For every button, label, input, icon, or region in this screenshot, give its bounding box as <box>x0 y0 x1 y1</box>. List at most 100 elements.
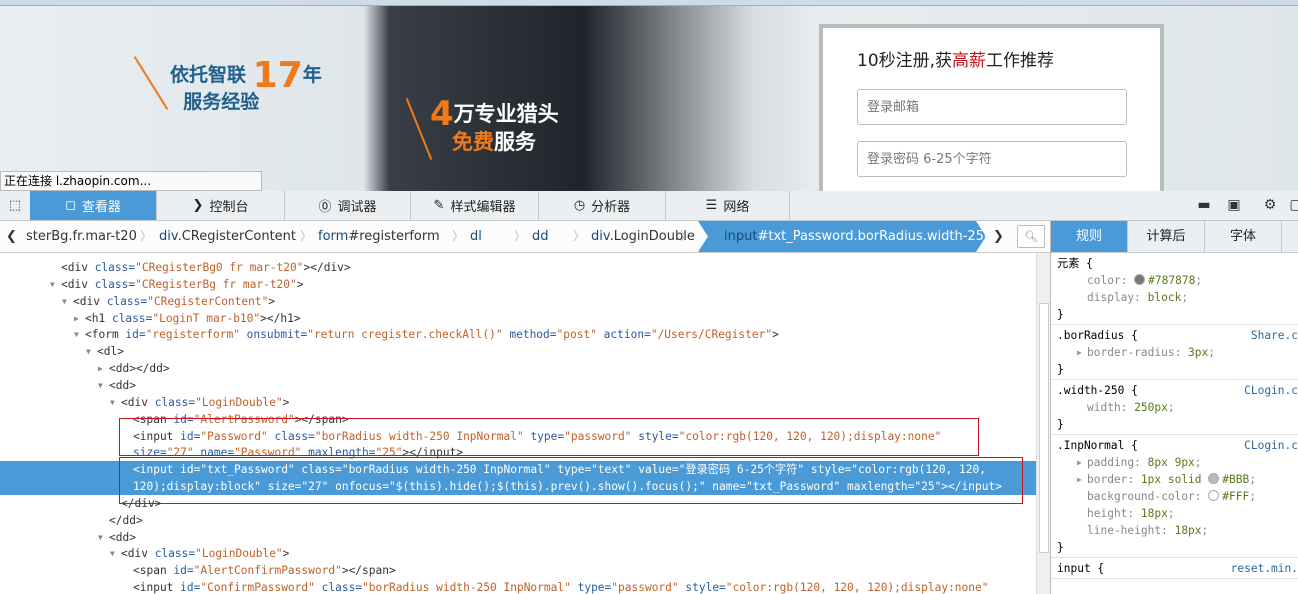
markup-node[interactable]: size="27" name="Password" maxlength="25"… <box>0 444 1036 461</box>
twisty-expanded-icon[interactable]: ▼ <box>86 343 91 360</box>
breadcrumb-scroll-right[interactable]: ❯ <box>993 221 1004 252</box>
breadcrumb-item[interactable]: form#registerform <box>318 221 440 252</box>
tab-debugger[interactable]: ⓪ 调试器 <box>285 191 411 220</box>
rules-tab[interactable]: 字体 <box>1205 221 1282 252</box>
markup-node[interactable]: ▼ <dd> <box>0 377 1036 394</box>
breadcrumb-item[interactable]: dl <box>470 221 482 252</box>
password-input[interactable]: 登录密码 6-25个字符 <box>857 141 1127 177</box>
rule-selector[interactable]: input { <box>1057 562 1104 575</box>
slogan-text: 免费 <box>451 130 494 154</box>
rule-selector[interactable]: .borRadius { <box>1057 329 1138 342</box>
color-swatch[interactable] <box>1208 473 1220 484</box>
decorative-line <box>133 56 169 110</box>
rules-tab[interactable]: 规则 <box>1051 221 1128 252</box>
css-declaration[interactable]: height: 18px; <box>1057 505 1298 522</box>
css-declaration[interactable]: ▶ border-radius: 3px; <box>1057 344 1298 361</box>
color-swatch[interactable] <box>1134 274 1146 285</box>
rule-selector[interactable]: .InpNormal { <box>1057 439 1138 452</box>
rules-tab[interactable]: 计算后 <box>1128 221 1205 252</box>
css-rule: input { reset.min. <box>1051 558 1298 579</box>
markup-node[interactable]: ▶ <h1 class="LoginT mar-b10"></h1> <box>0 310 1036 327</box>
rule-source-link[interactable]: reset.min. <box>1231 560 1298 577</box>
breadcrumb-item[interactable]: dd <box>532 221 549 252</box>
markup-node[interactable]: <div class="CRegisterBg0 fr mar-t20"></d… <box>0 259 1036 276</box>
rule-source-link[interactable]: Share.c <box>1251 327 1298 344</box>
expand-triangle-icon[interactable]: ▶ <box>1077 454 1082 471</box>
rule-source-link[interactable]: CLogin.c <box>1244 437 1298 454</box>
css-declaration[interactable]: line-height: 18px; <box>1057 522 1298 539</box>
node-text: <span id="AlertPassword"></span> <box>133 411 349 428</box>
tab-style-editor[interactable]: ✎ 样式编辑器 <box>411 191 539 220</box>
dock-side-icon[interactable]: ▢ <box>1288 197 1298 213</box>
rule-selector[interactable]: 元素 { <box>1057 257 1093 270</box>
property-value: #BBB <box>1222 473 1250 486</box>
rule-source-link[interactable]: CLogin.c <box>1244 382 1298 399</box>
markup-node[interactable]: ▼ <dl> <box>0 343 1036 360</box>
split-console-icon[interactable]: ▣ <box>1226 197 1242 213</box>
markup-node[interactable]: <span id="AlertConfirmPassword"></span> <box>0 562 1036 579</box>
markup-node[interactable]: ▼ <div class="CRegisterContent"> <box>0 293 1036 310</box>
twisty-expanded-icon[interactable]: ▼ <box>98 377 103 394</box>
css-declaration[interactable]: width: 250px; <box>1057 399 1298 416</box>
markup-node[interactable]: ▼ <div class="LoginDouble"> <box>0 394 1036 411</box>
breadcrumb: ❮ sterBg.fr.mar-t20 〉 div.CRegisterContent… <box>0 221 1050 253</box>
twisty-collapsed-icon[interactable]: ▶ <box>74 310 79 327</box>
markup-node[interactable]: ▼ <div class="CRegisterBg fr mar-t20"> <box>0 276 1036 293</box>
markup-tag: ></div> <box>303 261 351 274</box>
css-declaration[interactable]: background-color: #FFF; <box>1057 488 1298 505</box>
slogan-text: 年 <box>302 64 322 86</box>
markup-node[interactable]: ▼ <div class="LoginDouble"> <box>0 545 1036 562</box>
markup-node[interactable]: <span id="AlertPassword"></span> <box>0 411 1036 428</box>
breadcrumb-scroll-left[interactable]: ❮ <box>6 221 17 252</box>
markup-attr: name= <box>193 446 235 460</box>
search-button[interactable]: 🔍︎ <box>1017 225 1045 248</box>
markup-node[interactable]: ▶ <dd></dd> <box>0 360 1036 377</box>
status-bar: 正在连接 l.zhaopin.com... <box>0 171 262 191</box>
property-name: line-height <box>1087 524 1162 537</box>
scrollbar-thumb[interactable] <box>1039 303 1049 553</box>
dock-bottom-icon[interactable]: ▬ <box>1196 197 1212 213</box>
twisty-expanded-icon[interactable]: ▼ <box>110 545 115 562</box>
markup-val: "CRegisterBg fr mar-t20" <box>135 277 297 291</box>
twisty-expanded-icon[interactable]: ▼ <box>98 529 103 546</box>
breadcrumb-item[interactable]: div.CRegisterContent <box>159 221 296 252</box>
gear-icon[interactable]: ⚙ <box>1262 197 1278 213</box>
breadcrumb-item[interactable]: sterBg.fr.mar-t20 <box>26 221 137 252</box>
twisty-collapsed-icon[interactable]: ▶ <box>98 360 103 377</box>
markup-node[interactable]: 120);display:block" size="27" onfocus="$… <box>0 478 1036 496</box>
markup-val: "LoginDouble" <box>195 395 283 409</box>
register-form-box: 10秒注册,获高薪工作推荐 登录邮箱 登录密码 6-25个字符 <box>819 24 1164 191</box>
twisty-expanded-icon[interactable]: ▼ <box>110 394 115 411</box>
markup-node[interactable]: <input id="txt_Password" class="borRadiu… <box>0 461 1036 479</box>
css-declaration[interactable]: display: block; <box>1057 289 1298 306</box>
color-swatch[interactable] <box>1208 490 1220 501</box>
expand-triangle-icon[interactable]: ▶ <box>1077 471 1082 488</box>
markup-val: "post" <box>556 328 597 342</box>
markup-val: "color:rgb(120, 120, 120);display:none" <box>678 429 942 443</box>
tab-profiler[interactable]: ◷ 分析器 <box>539 191 666 220</box>
expand-triangle-icon[interactable]: ▶ <box>1077 344 1082 361</box>
markup-node[interactable]: </div> <box>0 495 1036 512</box>
markup-node[interactable]: <input id="Password" class="borRadius wi… <box>0 428 1036 445</box>
markup-attr: id= <box>180 463 201 477</box>
markup-node[interactable]: <input id="ConfirmPassword" class="borRa… <box>0 579 1036 594</box>
markup-node[interactable]: ▼ <dd> <box>0 529 1036 546</box>
css-declaration[interactable]: ▶ padding: 8px 9px; <box>1057 454 1298 471</box>
rule-selector[interactable]: .width-250 { <box>1057 384 1138 397</box>
tab-network[interactable]: ☰ 网络 <box>666 191 790 220</box>
markup-scrollbar[interactable] <box>1036 253 1050 594</box>
markup-attr: class= <box>294 463 342 477</box>
css-declaration[interactable]: color: #787878; <box>1057 272 1298 289</box>
twisty-expanded-icon[interactable]: ▼ <box>74 326 79 343</box>
markup-node[interactable]: ▼ <form id="registerform" onsubmit="retur… <box>0 326 1036 343</box>
css-declaration[interactable]: ▶ border: 1px solid #BBB; <box>1057 471 1298 488</box>
twisty-expanded-icon[interactable]: ▼ <box>62 293 67 310</box>
element-picker-button[interactable]: ⬚ <box>0 191 30 220</box>
breadcrumb-tag: div <box>159 229 178 244</box>
markup-node[interactable]: </dd> <box>0 512 1036 529</box>
twisty-expanded-icon[interactable]: ▼ <box>50 276 55 293</box>
tab-inspector[interactable]: ◻ 查看器 <box>30 191 157 220</box>
tab-console[interactable]: ❯ 控制台 <box>157 191 285 220</box>
email-input[interactable]: 登录邮箱 <box>857 89 1127 125</box>
breadcrumb-item[interactable]: input#txt_Password.borRadius.width-250.I… <box>698 221 986 252</box>
